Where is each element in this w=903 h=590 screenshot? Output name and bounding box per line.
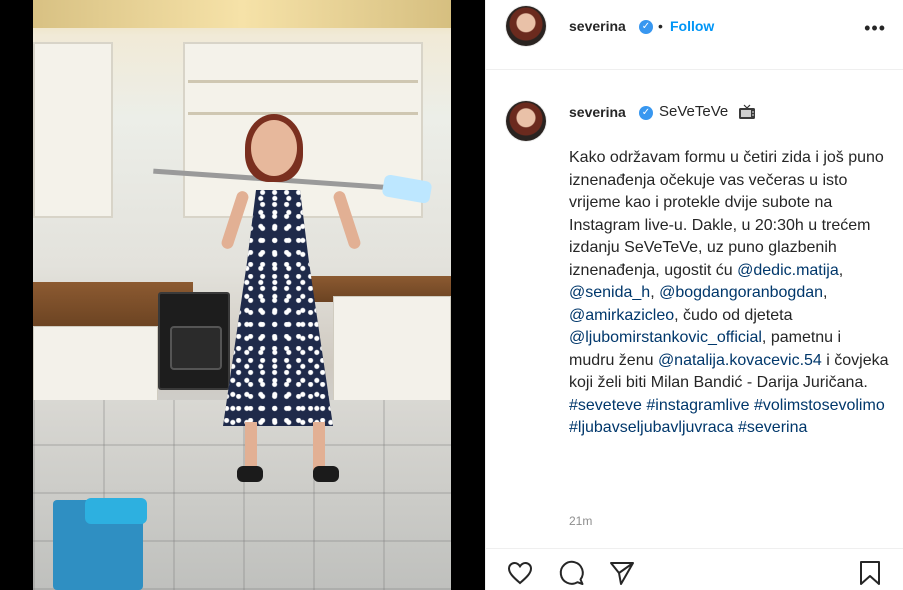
mention-link[interactable]: @bogdangoranbogdan bbox=[659, 284, 823, 301]
share-icon[interactable] bbox=[608, 559, 636, 587]
username[interactable]: severina bbox=[569, 18, 626, 34]
woman-face bbox=[251, 120, 297, 176]
mention-link[interactable]: @amirkazicleo bbox=[569, 307, 674, 324]
caption-text: Kako održavam formu u četiri zida i još … bbox=[569, 147, 889, 440]
post-media[interactable] bbox=[0, 0, 485, 590]
woman-leg-right bbox=[313, 422, 325, 470]
mention-link[interactable]: @dedic.matija bbox=[737, 262, 839, 279]
caption-fragment: , bbox=[823, 284, 828, 301]
mention-link[interactable]: @senida_h bbox=[569, 284, 650, 301]
caption-avatar[interactable] bbox=[506, 101, 546, 141]
woman-leg-left bbox=[245, 422, 257, 470]
avatar[interactable] bbox=[506, 6, 546, 46]
mention-link[interactable]: @natalija.kovacevic.54 bbox=[658, 352, 822, 369]
follow-button[interactable]: Follow bbox=[670, 18, 714, 34]
hashtag-link[interactable]: #instagramlive bbox=[646, 397, 749, 414]
shelf bbox=[188, 112, 418, 115]
comment-icon[interactable] bbox=[558, 559, 586, 587]
mop-bucket-rim bbox=[85, 498, 147, 524]
video-frame[interactable] bbox=[33, 0, 451, 590]
bookmark-icon[interactable] bbox=[856, 559, 884, 587]
separator-dot: • bbox=[658, 18, 663, 34]
woman-shoe-left bbox=[237, 466, 263, 482]
hashtag-link[interactable]: #seveteve bbox=[569, 397, 642, 414]
caption-fragment: , bbox=[650, 284, 660, 301]
post-header: severina ✓ • Follow ••• bbox=[486, 0, 903, 70]
post-side-panel: severina ✓ • Follow ••• severina ✓ SeVeT… bbox=[485, 0, 903, 590]
upper-cabinet-left bbox=[33, 42, 113, 218]
hashtag-link[interactable]: #volimstosevolimo bbox=[754, 397, 885, 414]
hashtag-link[interactable]: #ljubavseljubavljuvraca bbox=[569, 419, 734, 436]
caption-title: SeVeTeVe bbox=[659, 103, 729, 120]
shelf bbox=[188, 80, 418, 83]
mention-link[interactable]: @ljubomirstankovic_official bbox=[569, 329, 762, 346]
post-timestamp[interactable]: 21m bbox=[569, 514, 592, 528]
oven bbox=[158, 292, 230, 390]
tv-emoji-icon bbox=[739, 104, 755, 119]
caption-fragment: , bbox=[838, 261, 844, 279]
oven-window bbox=[170, 326, 222, 370]
more-options-icon[interactable]: ••• bbox=[864, 18, 886, 39]
caption-fragment: Kako održavam formu u četiri zida i još … bbox=[569, 149, 884, 279]
verified-icon: ✓ bbox=[639, 20, 653, 34]
lower-cabinet-right bbox=[333, 296, 451, 406]
heart-icon[interactable] bbox=[506, 559, 534, 587]
caption-fragment: , čudo od djeteta bbox=[674, 306, 793, 324]
hashtag-link[interactable]: #severina bbox=[738, 419, 807, 436]
caption-username[interactable]: severina bbox=[569, 104, 626, 120]
woman-shoe-right bbox=[313, 466, 339, 482]
verified-icon: ✓ bbox=[639, 106, 653, 120]
kitchen-ceiling bbox=[33, 0, 451, 28]
action-bar bbox=[486, 548, 903, 590]
